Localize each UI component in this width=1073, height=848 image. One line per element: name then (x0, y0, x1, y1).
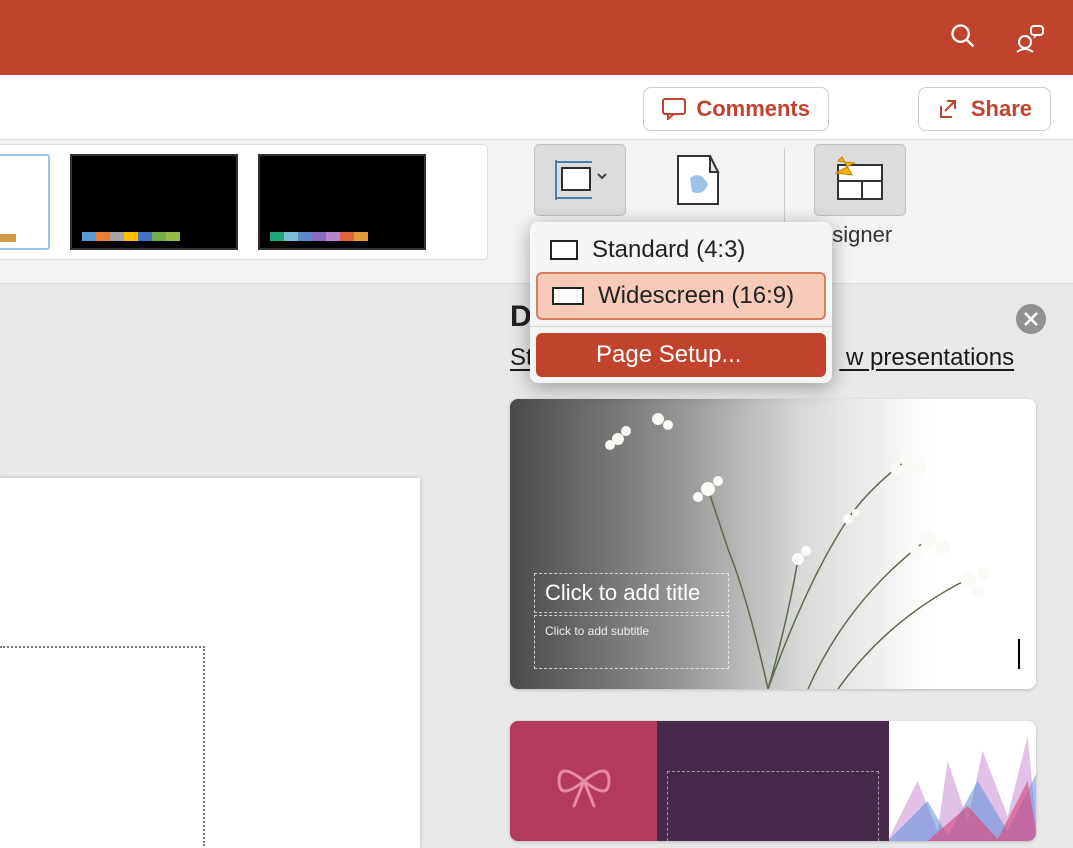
current-slide[interactable] (0, 478, 420, 848)
theme-thumb-dark2[interactable] (258, 154, 426, 250)
card2-title-placeholder (667, 771, 878, 841)
page-setup-menuitem[interactable]: Page Setup... (536, 333, 826, 377)
format-background-button[interactable] (650, 144, 742, 216)
card2-left-panel (510, 721, 657, 841)
designer-button[interactable] (814, 144, 906, 216)
card1-title-placeholder: Click to add title (534, 573, 729, 613)
standard-label: Standard (4:3) (592, 236, 745, 264)
design-suggestions: Click to add title Click to add subtitle (510, 399, 1036, 848)
theme-swatches (82, 232, 180, 241)
theme-swatches (0, 234, 16, 242)
ratio-16-9-icon (552, 287, 584, 305)
slide-size-widescreen[interactable]: Widescreen (16:9) (536, 272, 826, 320)
share-button[interactable]: Share (918, 87, 1051, 131)
comments-button[interactable]: Comments (643, 87, 829, 131)
theme-swatches (270, 232, 368, 241)
card2-right-panel (889, 721, 1036, 841)
title-placeholder-outline[interactable] (0, 646, 205, 846)
slide-size-dropdown: Standard (4:3) Widescreen (16:9) Page Se… (530, 222, 832, 383)
card2-middle-panel (657, 721, 888, 841)
command-band: Comments Share (0, 75, 1073, 140)
theme-gallery[interactable] (0, 144, 488, 260)
theme-thumb-office[interactable] (0, 154, 50, 250)
slide-size-button[interactable] (534, 144, 626, 216)
slide-size-standard[interactable]: Standard (4:3) (536, 228, 826, 272)
ratio-4-3-icon (550, 240, 578, 260)
text-cursor (1018, 639, 1020, 669)
card1-subtitle-placeholder: Click to add subtitle (534, 615, 729, 669)
titlebar (0, 0, 1073, 75)
search-icon[interactable] (949, 22, 977, 50)
design-idea-1[interactable]: Click to add title Click to add subtitle (510, 399, 1036, 689)
page-setup-label: Page Setup... (596, 341, 741, 369)
dropdown-separator (530, 326, 832, 327)
theme-thumb-dark1[interactable] (70, 154, 238, 250)
widescreen-label: Widescreen (16:9) (598, 282, 794, 310)
collab-icon[interactable] (1013, 22, 1045, 54)
pane-title-fragment: D (510, 300, 532, 334)
share-label: Share (971, 96, 1032, 122)
bow-icon (549, 746, 619, 816)
design-idea-2[interactable] (510, 721, 1036, 841)
slide-canvas-area (0, 284, 475, 848)
comments-label: Comments (696, 96, 810, 122)
close-pane-button[interactable] (1016, 304, 1046, 334)
